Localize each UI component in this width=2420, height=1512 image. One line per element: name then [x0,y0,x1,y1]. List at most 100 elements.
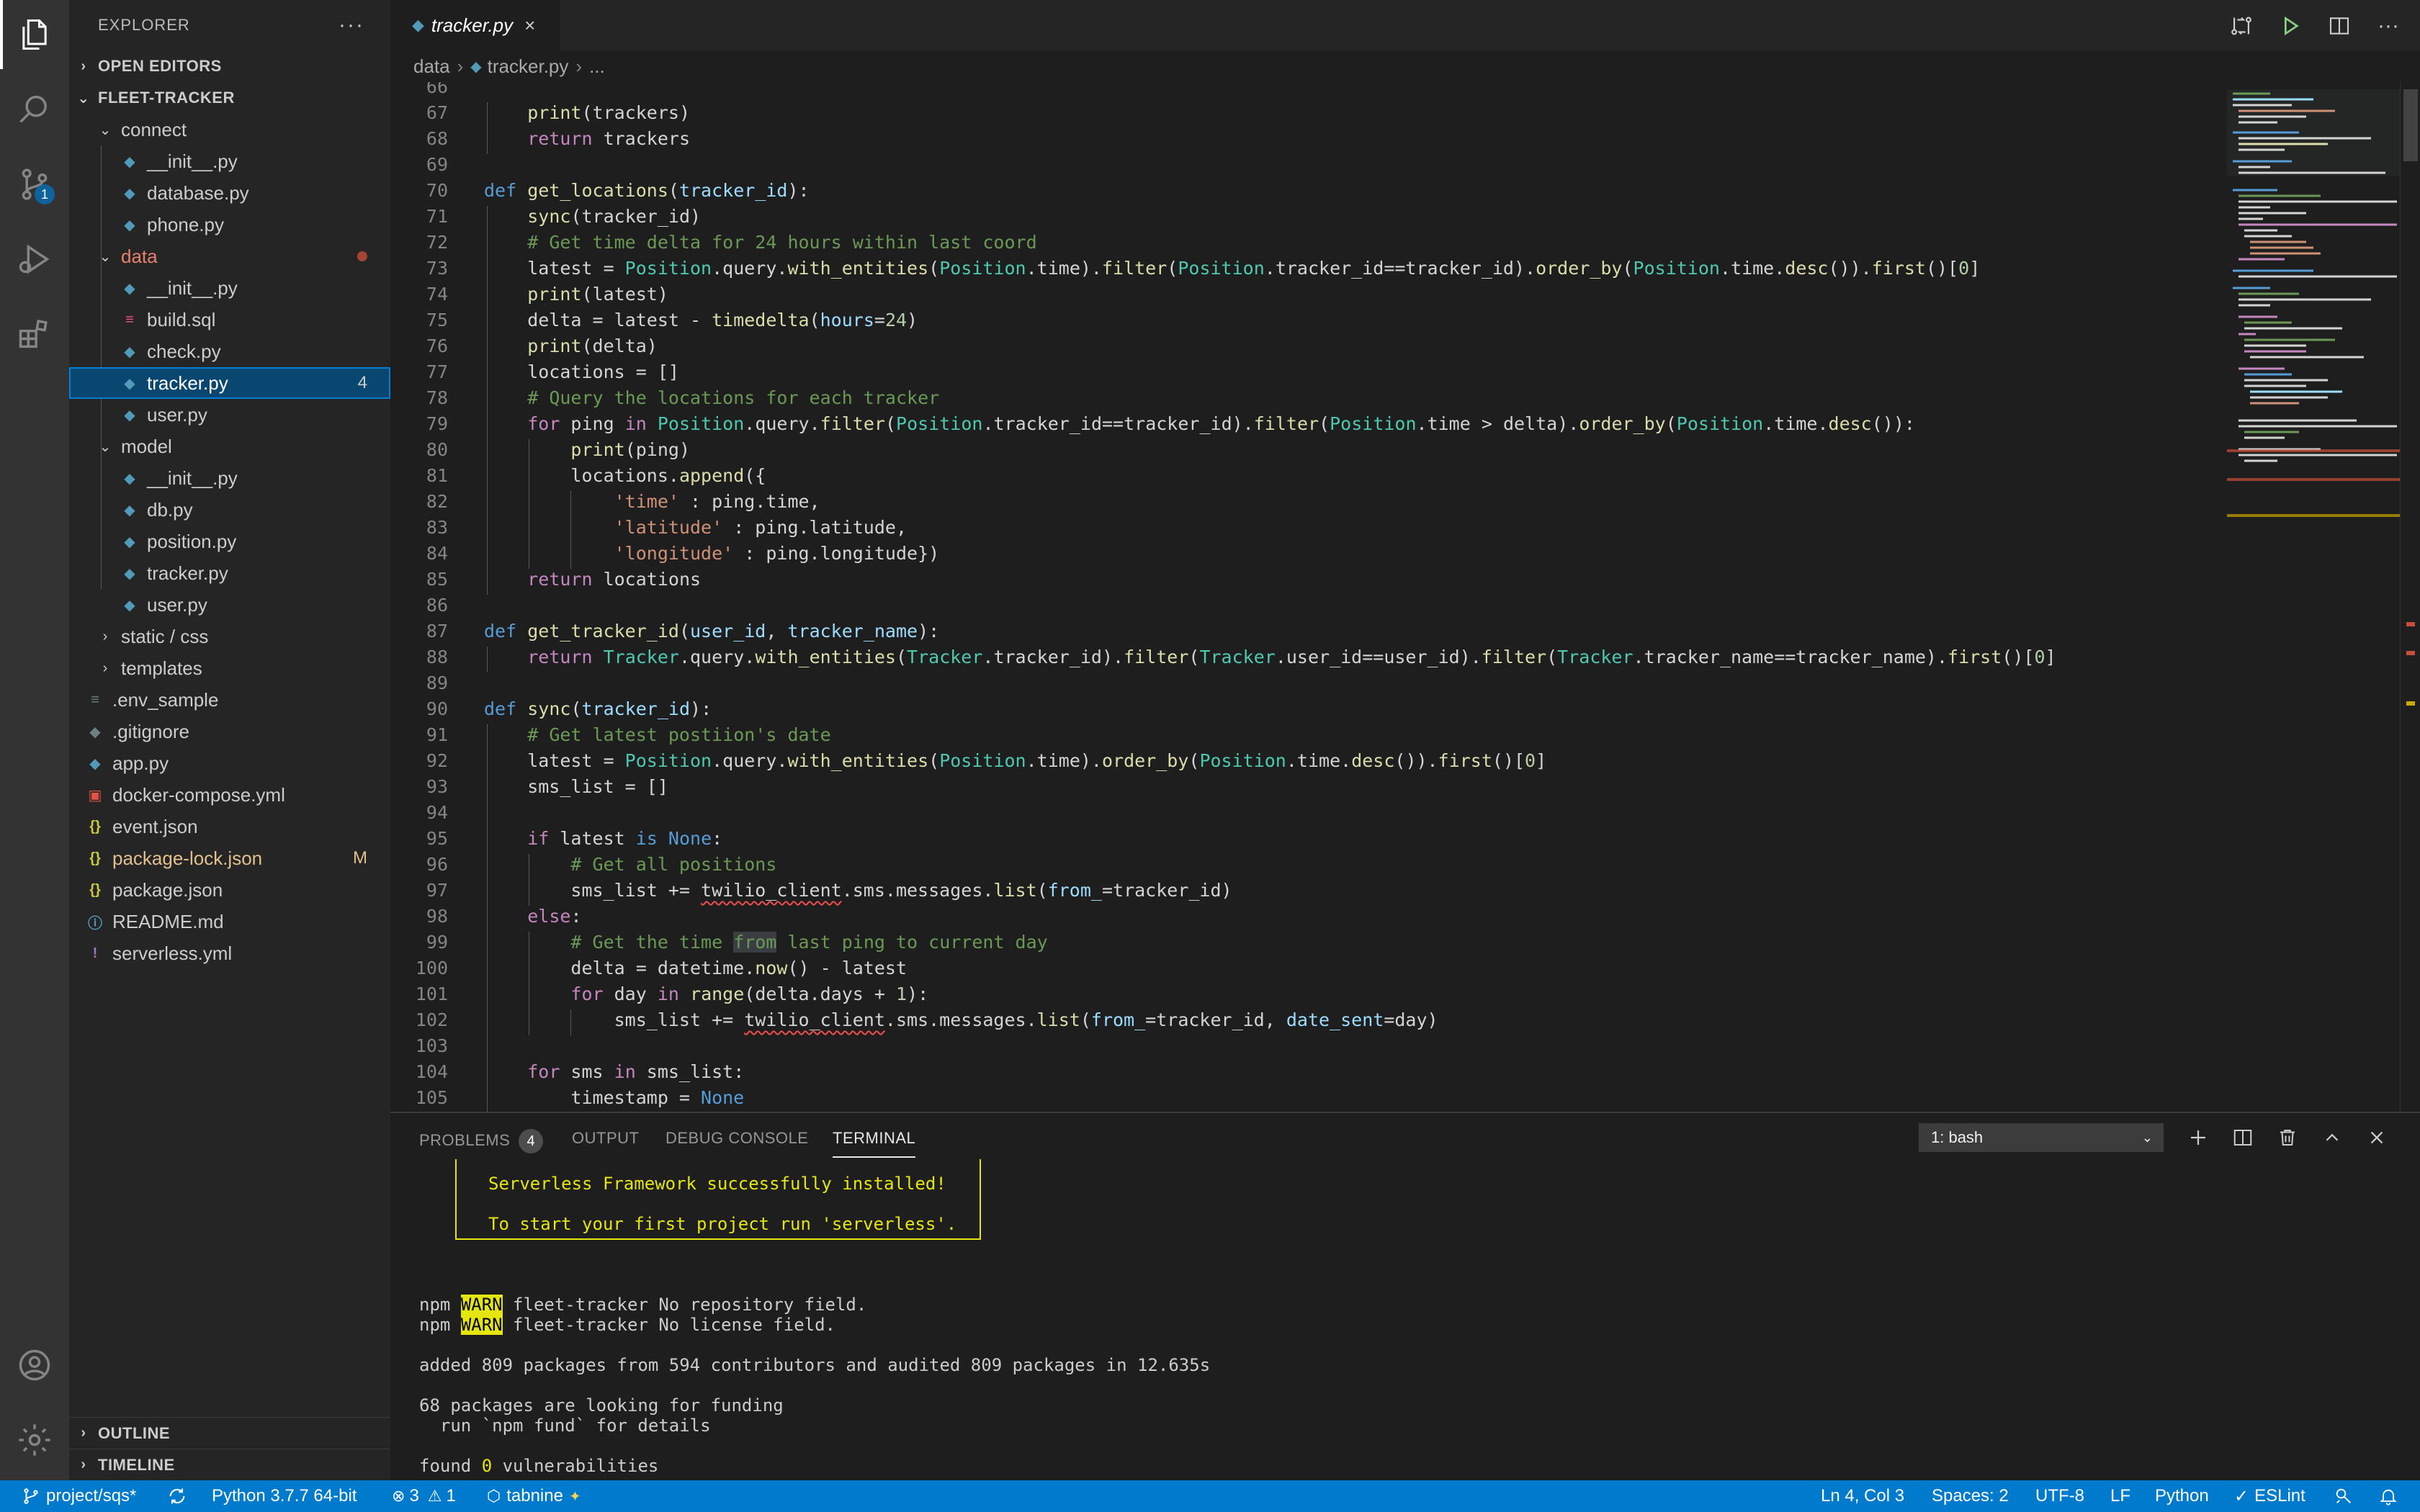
file-item[interactable]: {} package.json [69,874,390,906]
timeline-section[interactable]: › TIMELINE [69,1449,390,1480]
file-item[interactable]: ◆ tracker.py 4 [69,367,390,399]
folder-item[interactable]: ⌄ connect [69,114,390,145]
encoding[interactable]: UTF-8 [2035,1480,2084,1512]
file-item[interactable]: ◆ check.py [69,336,390,367]
file-item[interactable]: ≡ build.sql [69,304,390,336]
kill-terminal-icon[interactable] [2273,1123,2302,1152]
file-item[interactable]: ◆ __init__.py [69,272,390,304]
code-line: print(delta) [527,336,658,356]
close-panel-icon[interactable] [2362,1123,2391,1152]
split-editor-icon[interactable] [2325,12,2354,40]
tree-item-label: __init__.py [147,467,238,489]
folder-item[interactable]: › static / css [69,621,390,652]
tree-item-label: package-lock.json [112,847,263,869]
file-item[interactable]: ◆ __init__.py [69,145,390,177]
line-number: 93 [426,776,448,797]
file-item[interactable]: {} package-lock.json M [69,842,390,874]
editor-scrollbar[interactable] [2400,82,2420,1112]
tree-item-label: db.py [147,498,193,521]
tabnine-star-icon: ✦ [568,1488,581,1505]
git-branch-icon [24,1488,38,1504]
tree-item-label: serverless.yml [112,942,233,964]
file-item[interactable]: ◆ .gitignore [69,716,390,747]
eslint-status[interactable]: ✓ ESLint [2234,1480,2305,1512]
settings-gear-icon[interactable] [0,1405,69,1475]
line-number: 97 [426,880,448,901]
terminal-line: found 0 vulnerabilities [419,1456,659,1476]
project-section[interactable]: ⌄ FLEET-TRACKER [69,82,390,114]
code-line: # Get time delta for 24 hours within las… [527,232,1037,253]
python-interpreter[interactable]: Python 3.7.7 64-bit [212,1480,357,1512]
tab-problems[interactable]: PROBLEMS 4 [419,1129,544,1153]
terminal-select[interactable]: 1: bash ⌄ [1919,1123,2164,1152]
extensions-icon[interactable] [0,300,69,369]
maximize-panel-icon[interactable] [2318,1123,2347,1152]
yaml-file-icon: ! [92,945,98,961]
file-item[interactable]: ▣ docker-compose.yml [69,779,390,811]
account-icon[interactable] [0,1331,69,1400]
breadcrumb-file[interactable]: tracker.py [488,55,569,78]
file-item[interactable]: ⓘ README.md [69,906,390,937]
tab-terminal[interactable]: TERMINAL [833,1129,916,1158]
branch-status[interactable]: project/sqs* [22,1480,136,1512]
outline-section[interactable]: › OUTLINE [69,1417,390,1449]
python-file-icon: ◆ [124,534,135,550]
line-number: 99 [426,932,448,953]
explorer-icon[interactable] [0,0,69,69]
split-terminal-icon[interactable] [2228,1123,2257,1152]
scrollbar-thumb[interactable] [2403,89,2418,161]
python-file-icon: ◆ [124,375,135,392]
code-line: sms_list = [] [484,776,668,797]
language-mode[interactable]: Python [2155,1480,2209,1512]
folder-item[interactable]: › templates [69,652,390,684]
code-line: delta = latest - timedelta(hours=24) [484,310,918,330]
file-item[interactable]: ◆ user.py [69,589,390,621]
sync-icon[interactable] [167,1480,187,1512]
code-line: 'time' : ping.time, [614,491,820,512]
file-item[interactable]: ◆ position.py [69,526,390,557]
tabnine-status[interactable]: ⬡ tabnine ✦ [487,1480,581,1512]
open-changes-icon[interactable] [2227,12,2256,40]
end-of-line[interactable]: LF [2110,1480,2130,1512]
run-debug-icon[interactable] [0,225,69,294]
folder-item[interactable]: ⌄ data [69,240,390,272]
more-actions-icon[interactable]: ··· [2374,12,2403,40]
json-file-icon: {} [89,850,101,866]
new-terminal-icon[interactable] [2184,1123,2213,1152]
file-item[interactable]: ◆ phone.py [69,209,390,240]
search-icon[interactable] [0,75,69,144]
folder-item[interactable]: ⌄ model [69,431,390,462]
close-tab-icon[interactable]: × [524,14,535,37]
code-editor[interactable]: 66 67 68 69 70 71 72 73 74 75 76 77 78 79 80 81 82 83 84 85… [390,82,2387,1112]
breadcrumb-folder[interactable]: data [413,55,450,78]
file-item[interactable]: ◆ app.py [69,747,390,779]
cursor-position[interactable]: Ln 4, Col 3 [1821,1480,1904,1512]
file-item[interactable]: {} event.json [69,811,390,842]
file-item[interactable]: ◆ __init__.py [69,462,390,494]
tab-tracker-py[interactable]: ◆ tracker.py × [390,0,560,50]
chevron-right-icon: › [575,55,583,77]
file-item[interactable]: ◆ tracker.py [69,557,390,589]
indentation[interactable]: Spaces: 2 [1932,1480,2009,1512]
file-item[interactable]: ◆ user.py [69,399,390,431]
feedback-icon[interactable] [2334,1480,2354,1512]
chevron-down-icon: ⌄ [99,248,112,265]
tree-item-label: database.py [147,181,249,204]
file-item[interactable]: ≡ .env_sample [69,684,390,716]
minimap[interactable] [2227,82,2400,1112]
file-item[interactable]: ! serverless.yml [69,937,390,969]
env-file-icon: ≡ [91,691,99,708]
run-file-icon[interactable] [2276,12,2305,40]
problems-status[interactable]: ⊗ 3 ⚠ 1 [392,1480,456,1512]
code-line: 'latitude' : ping.latitude, [614,517,908,538]
breadcrumb-more[interactable]: ... [589,55,605,78]
code-line: # Get latest postiion's date [527,724,831,745]
source-control-icon[interactable]: 1 [0,150,69,219]
open-editors-section[interactable]: › OPEN EDITORS [69,50,390,82]
notifications-bell-icon[interactable] [2378,1480,2398,1512]
tab-output[interactable]: OUTPUT [572,1129,639,1148]
tab-debug-console[interactable]: DEBUG CONSOLE [666,1129,808,1148]
more-actions-icon[interactable]: ··· [339,13,364,37]
file-item[interactable]: ◆ db.py [69,494,390,526]
file-item[interactable]: ◆ database.py [69,177,390,209]
